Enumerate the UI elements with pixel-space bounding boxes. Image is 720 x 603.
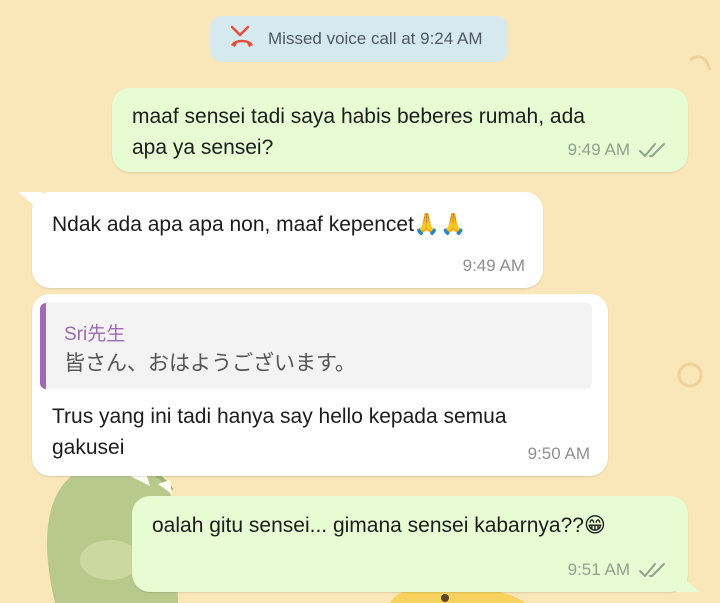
outgoing-message[interactable]: maaf sensei tadi saya habis beberes ruma… bbox=[112, 88, 688, 172]
message-meta: 9:50 AM bbox=[528, 444, 590, 464]
message-text: Ndak ada apa apa non, maaf kepencet🙏🙏 bbox=[52, 213, 467, 236]
reply-quote[interactable]: Sri先生 皆さん、おはようございます。 bbox=[40, 303, 592, 389]
message-text: oalah gitu sensei... gimana sensei kabar… bbox=[152, 514, 606, 537]
reply-accent-bar bbox=[40, 303, 46, 389]
bubble-tail bbox=[676, 572, 700, 592]
message-text: Trus yang ini tadi hanya say hello kepad… bbox=[52, 405, 507, 459]
message-meta: 9:49 AM bbox=[568, 140, 670, 160]
missed-call-text: Missed voice call at 9:24 AM bbox=[268, 29, 483, 48]
reply-sender-name: Sri先生 bbox=[64, 324, 126, 345]
bubble-tail bbox=[18, 192, 42, 212]
incoming-message[interactable]: Ndak ada apa apa non, maaf kepencet🙏🙏 9:… bbox=[32, 192, 543, 288]
message-time: 9:51 AM bbox=[567, 560, 630, 579]
message-time: 9:49 AM bbox=[567, 140, 630, 159]
message-time: 9:50 AM bbox=[527, 444, 590, 463]
missed-call-notice: Missed voice call at 9:24 AM bbox=[210, 16, 508, 62]
incoming-message-with-reply[interactable]: Sri先生 皆さん、おはようございます。 Trus yang ini tadi … bbox=[32, 294, 608, 476]
read-ticks-icon bbox=[639, 143, 665, 157]
message-meta: 9:51 AM bbox=[568, 560, 670, 580]
missed-call-icon bbox=[228, 25, 256, 54]
message-time: 9:49 AM bbox=[462, 256, 525, 275]
outgoing-message[interactable]: oalah gitu sensei... gimana sensei kabar… bbox=[132, 496, 688, 592]
message-meta: 9:49 AM bbox=[463, 256, 525, 276]
read-ticks-icon bbox=[639, 563, 665, 577]
reply-quoted-text: 皆さん、おはようございます。 bbox=[64, 352, 356, 375]
